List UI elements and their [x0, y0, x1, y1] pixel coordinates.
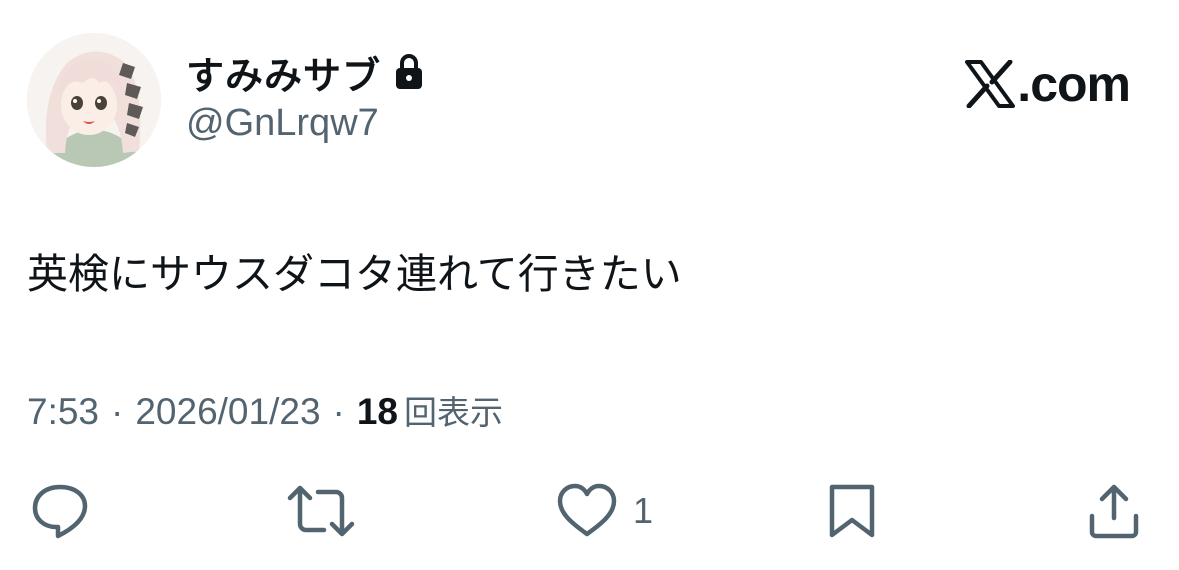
like-count[interactable]: 1 — [633, 490, 653, 532]
reply-icon — [32, 484, 88, 539]
meta-separator: · — [332, 391, 345, 432]
lock-icon — [393, 53, 425, 91]
views-label: 回表示 — [404, 393, 504, 432]
x-logo-icon — [965, 60, 1016, 108]
brand-label: .com — [1017, 56, 1131, 112]
tweet-meta: 7:53 · 2026/01/23 · 18 回表示 — [27, 386, 503, 434]
views-count[interactable]: 18 — [357, 391, 398, 433]
share-icon — [1089, 484, 1139, 539]
like-button[interactable]: 1 — [555, 482, 653, 540]
heart-icon — [557, 483, 617, 537]
share-button[interactable] — [1086, 482, 1142, 540]
tweet-date[interactable]: 2026/01/23 — [135, 391, 320, 433]
user-handle[interactable]: @GnLrqw7 — [186, 102, 379, 145]
bookmark-icon — [829, 484, 875, 538]
tweet-time[interactable]: 7:53 — [27, 391, 99, 433]
display-name-row[interactable]: すみみサブ — [186, 44, 425, 100]
display-name[interactable]: すみみサブ — [186, 45, 381, 100]
meta-separator: · — [111, 391, 124, 432]
anime-girl-avatar — [27, 33, 161, 167]
avatar[interactable] — [27, 33, 161, 167]
x-com-brand[interactable]: .com — [965, 52, 1131, 116]
reply-button[interactable] — [30, 482, 90, 540]
bookmark-button[interactable] — [826, 482, 878, 540]
tweet-text: 英検にサウスダコタ連れて行きたい — [27, 250, 682, 298]
retweet-icon — [287, 485, 355, 537]
retweet-button[interactable] — [286, 482, 356, 540]
